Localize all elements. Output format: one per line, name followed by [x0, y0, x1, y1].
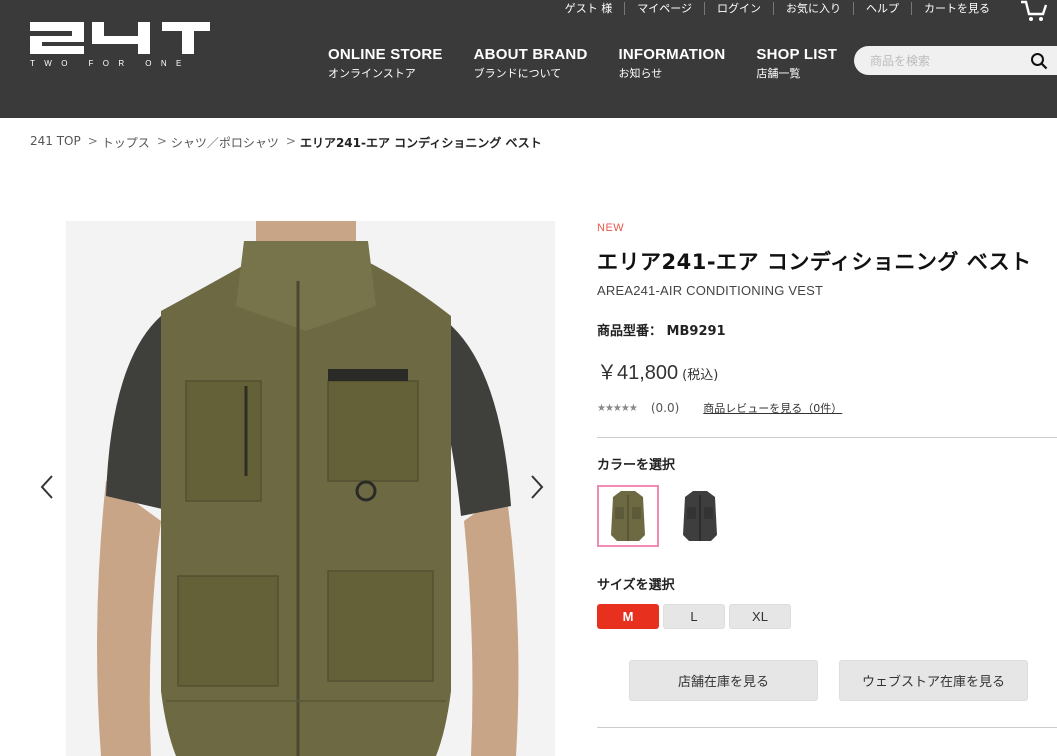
- util-help-link[interactable]: ヘルプ: [853, 1, 911, 15]
- price-value: ￥41,800: [597, 362, 679, 384]
- price-tax-note: (税込): [682, 368, 719, 383]
- section-divider: [597, 437, 1057, 438]
- breadcrumb-current: エリア241-エア コンディショニング ベスト: [299, 136, 542, 150]
- gallery-prev-arrow-icon[interactable]: [36, 472, 60, 502]
- cart-icon[interactable]: [1019, 0, 1049, 22]
- logo-tagline: TWO FOR ONE: [30, 59, 191, 68]
- review-link[interactable]: 商品レビューを見る（0件）: [703, 400, 842, 416]
- nav-label-ja: 店舗一覧: [756, 67, 801, 80]
- model-value: MB9291: [666, 324, 726, 339]
- gallery-next-arrow-icon[interactable]: [524, 472, 548, 502]
- model-label: 商品型番：: [597, 324, 663, 339]
- util-mypage-link[interactable]: マイページ: [624, 1, 704, 15]
- product-subtitle: AREA241-AIR CONDITIONING VEST: [597, 283, 824, 298]
- section-divider: [597, 727, 1057, 728]
- color-swatch-olive[interactable]: [597, 485, 659, 547]
- new-badge: NEW: [597, 222, 625, 234]
- size-options: M L XL: [597, 604, 795, 629]
- vest-thumbnail-icon: [611, 491, 645, 541]
- nav-label-en: INFORMATION: [618, 46, 726, 63]
- breadcrumb-separator: >: [285, 134, 296, 148]
- product-image-gallery: [66, 221, 555, 756]
- util-login-link[interactable]: ログイン: [704, 1, 773, 15]
- brand-logo[interactable]: TWO FOR ONE: [30, 22, 210, 68]
- color-swatch-charcoal[interactable]: [669, 485, 731, 547]
- nav-label-ja: お知らせ: [618, 67, 663, 80]
- size-option-l[interactable]: L: [663, 604, 725, 629]
- site-header: TWO FOR ONE ゲスト 様 マイページ ログイン お気に入り ヘルプ カ…: [0, 0, 1057, 118]
- breadcrumb-separator: >: [156, 134, 167, 148]
- nav-label-en: SHOP LIST: [756, 46, 838, 63]
- breadcrumb-tops-link[interactable]: トップス: [102, 134, 150, 151]
- color-select-label: カラーを選択: [597, 458, 676, 473]
- search-box: [854, 46, 1057, 75]
- rating-score: (0.0): [650, 401, 680, 415]
- nav-label-en: ONLINE STORE: [328, 46, 443, 63]
- nav-label-en: ABOUT BRAND: [473, 46, 588, 63]
- vest-thumbnail-icon: [683, 491, 717, 541]
- nav-about-brand[interactable]: ABOUT BRAND ブランドについて: [474, 46, 588, 80]
- nav-label-ja: オンラインストア: [328, 67, 416, 80]
- breadcrumb-shirts-link[interactable]: シャツ／ポロシャツ: [171, 134, 279, 151]
- rating-stars-icon: ★★★★★: [597, 402, 638, 414]
- nav-online-store[interactable]: ONLINE STORE オンラインストア: [328, 46, 443, 80]
- breadcrumb: 241 TOP > トップス > シャツ／ポロシャツ > エリア241-エア コ…: [30, 134, 542, 151]
- product-main-image: [66, 221, 555, 756]
- main-nav: ONLINE STORE オンラインストア ABOUT BRAND ブランドにつ…: [328, 46, 868, 80]
- nav-information[interactable]: INFORMATION お知らせ: [619, 46, 726, 80]
- product-price: ￥41,800 (税込): [597, 356, 718, 385]
- nav-label-ja: ブランドについて: [473, 67, 562, 80]
- search-icon[interactable]: [1030, 52, 1048, 70]
- breadcrumb-home-link[interactable]: 241 TOP: [30, 134, 81, 151]
- product-title: エリア241-エア コンディショニング ベスト: [597, 250, 1032, 274]
- util-guest: ゲスト 様: [564, 1, 613, 15]
- store-stock-button[interactable]: 店舗在庫を見る: [629, 660, 818, 701]
- product-rating: ★★★★★ (0.0) 商品レビューを見る（0件）: [597, 400, 842, 416]
- utility-nav: ゲスト 様 マイページ ログイン お気に入り ヘルプ カートを見る: [553, 0, 1002, 16]
- size-select-label: サイズを選択: [597, 578, 675, 593]
- breadcrumb-separator: >: [87, 134, 98, 148]
- size-option-m[interactable]: M: [597, 604, 659, 629]
- search-input[interactable]: [870, 51, 1020, 70]
- web-stock-button[interactable]: ウェブストア在庫を見る: [839, 660, 1028, 701]
- nav-shop-list[interactable]: SHOP LIST 店舗一覧: [756, 46, 837, 80]
- util-favorites-link[interactable]: お気に入り: [773, 1, 853, 15]
- util-cart-link[interactable]: カートを見る: [911, 1, 1002, 15]
- product-model: 商品型番： MB9291: [597, 320, 726, 339]
- size-option-xl[interactable]: XL: [729, 604, 791, 629]
